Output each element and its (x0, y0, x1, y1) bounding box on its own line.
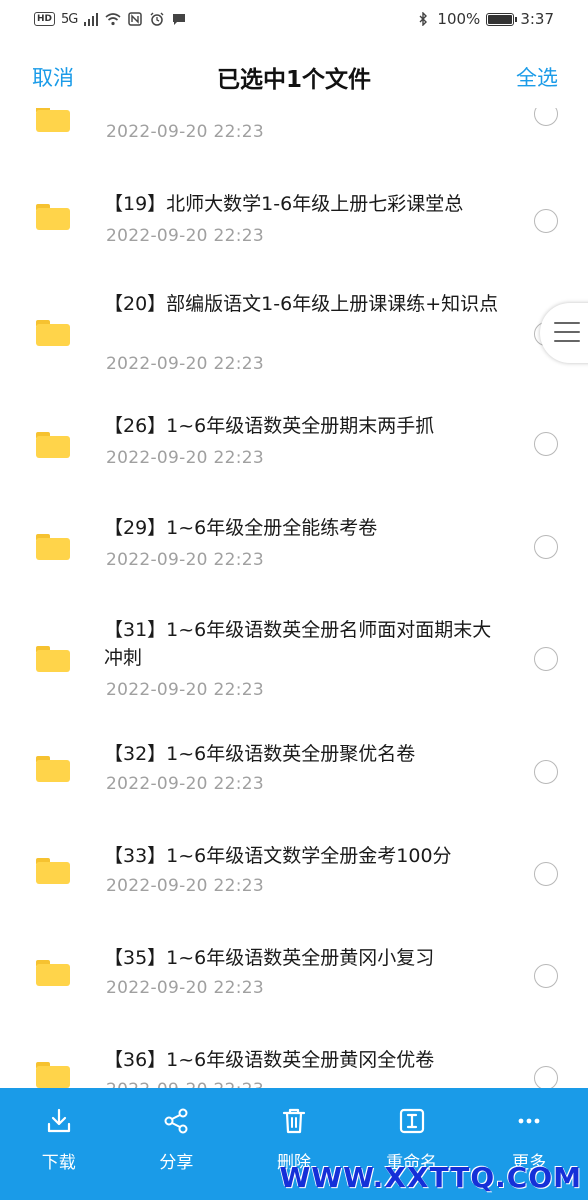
folder-icon (36, 534, 70, 560)
selection-header: 取消 已选中1个文件 全选 (0, 46, 588, 110)
folder-icon (36, 756, 70, 782)
file-date: 2022-09-20 22:23 (106, 1080, 264, 1088)
list-item[interactable]: 【29】1~6年级全册全能练考卷 2022-09-20 22:23 (0, 504, 588, 606)
select-radio[interactable] (534, 108, 558, 126)
select-radio[interactable] (534, 647, 558, 671)
battery-percent: 100% (437, 10, 481, 28)
folder-icon (36, 204, 70, 230)
file-name: 【20】部编版语文1-6年级上册课课练+知识点 (104, 293, 499, 315)
battery-icon (486, 12, 518, 26)
select-radio[interactable] (534, 760, 558, 784)
status-bar-right: 100% 3:37 (415, 10, 554, 28)
file-date: 2022-09-20 22:23 (106, 354, 264, 374)
select-radio[interactable] (534, 964, 558, 988)
list-item[interactable]: 【19】北师大数学1-6年级上册七彩课堂总 2022-09-20 22:23 (0, 176, 588, 280)
share-button[interactable]: 分享 (118, 1088, 236, 1200)
message-icon (173, 14, 186, 25)
select-radio[interactable] (534, 209, 558, 233)
list-item[interactable]: 【33】1~6年级语文数学全册金考100分 2022-09-20 22:23 (0, 832, 588, 934)
download-label: 下载 (41, 1153, 76, 1173)
folder-icon (36, 960, 70, 986)
file-name: 【26】1~6年级语数英全册期末两手抓 (104, 415, 435, 437)
folder-icon (36, 646, 70, 672)
file-name: 【29】1~6年级全册全能练考卷 (104, 517, 378, 539)
rename-icon (399, 1108, 424, 1134)
folder-icon (36, 432, 70, 458)
wifi-icon (105, 13, 121, 26)
status-bar: HD 5G 100% 3:37 (0, 0, 588, 38)
file-name: 【31】1~6年级语数英全册名师面对面期末大冲刺 (104, 619, 492, 669)
select-radio[interactable] (534, 432, 558, 456)
watermark: WWW.XXTTQ.COM (279, 1161, 582, 1194)
list-item[interactable]: 【35】1~6年级语数英全册黄冈小复习 2022-09-20 22:23 (0, 934, 588, 1036)
file-date: 2022-09-20 22:23 (106, 226, 264, 246)
menu-lines-icon (554, 322, 580, 349)
select-radio[interactable] (534, 535, 558, 559)
nfc-icon (128, 12, 143, 26)
hd-badge: HD (34, 12, 56, 26)
folder-icon (36, 1062, 70, 1088)
list-item[interactable]: 【36】1~6年级语数英全册黄冈全优卷 2022-09-20 22:23 (0, 1036, 588, 1088)
file-date: 2022-09-20 22:23 (106, 448, 264, 468)
folder-icon (36, 320, 70, 346)
list-item[interactable]: 【32】1~6年级语数英全册聚优名卷 2022-09-20 22:23 (0, 732, 588, 832)
file-date: 2022-09-20 22:23 (106, 978, 264, 998)
select-radio[interactable] (534, 862, 558, 886)
file-date: 2022-09-20 22:23 (106, 122, 264, 142)
alarm-icon (150, 12, 164, 26)
file-name: 【19】北师大数学1-6年级上册七彩课堂总 (104, 193, 464, 215)
select-radio[interactable] (534, 1066, 558, 1088)
page-title: 已选中1个文件 (216, 67, 371, 93)
list-item[interactable]: 【26】1~6年级语数英全册期末两手抓 2022-09-20 22:23 (0, 404, 588, 504)
bluetooth-icon (419, 12, 428, 26)
battery-fill (488, 14, 513, 24)
folder-icon (36, 108, 70, 132)
file-name: 【36】1~6年级语数英全册黄冈全优卷 (104, 1049, 435, 1071)
folder-icon (36, 858, 70, 884)
list-item[interactable]: 2022-09-20 22:23 (0, 108, 588, 176)
clock: 3:37 (520, 10, 554, 28)
trash-icon (282, 1108, 306, 1134)
status-bar-left: HD 5G (34, 12, 187, 27)
network-label: 5G (61, 11, 78, 27)
file-list: 2022-09-20 22:23 【19】北师大数学1-6年级上册七彩课堂总 2… (0, 108, 588, 1088)
file-date: 2022-09-20 22:23 (106, 876, 264, 896)
file-date: 2022-09-20 22:23 (106, 550, 264, 570)
signal-icon (84, 13, 99, 26)
file-date: 2022-09-20 22:23 (106, 774, 264, 794)
file-name: 【35】1~6年级语数英全册黄冈小复习 (104, 947, 435, 969)
file-name: 【32】1~6年级语数英全册聚优名卷 (104, 743, 416, 765)
more-dots-icon (518, 1118, 540, 1124)
file-date: 2022-09-20 22:23 (106, 680, 264, 700)
select-all-button[interactable]: 全选 (516, 62, 558, 92)
list-item[interactable]: 【31】1~6年级语数英全册名师面对面期末大冲刺 2022-09-20 22:2… (0, 606, 588, 732)
download-icon (47, 1108, 70, 1133)
share-label: 分享 (159, 1153, 194, 1173)
download-button[interactable]: 下载 (0, 1088, 118, 1200)
share-icon (164, 1108, 188, 1134)
list-item[interactable]: 【20】部编版语文1-6年级上册课课练+知识点 2022-09-20 22:23 (0, 280, 588, 404)
file-name: 【33】1~6年级语文数学全册金考100分 (104, 845, 452, 867)
